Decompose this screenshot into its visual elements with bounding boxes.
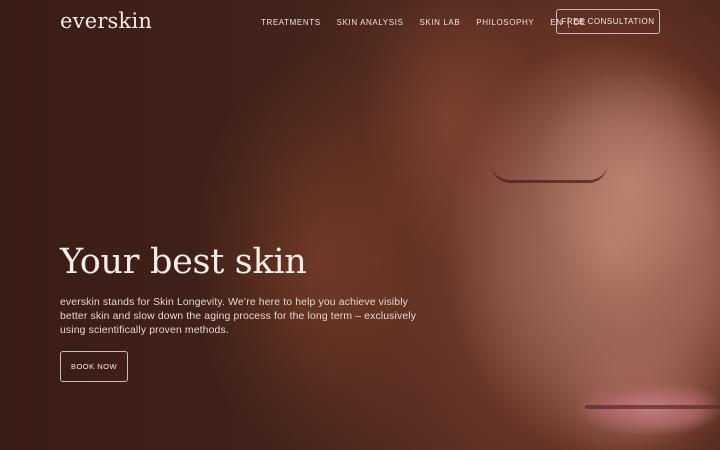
nav-item-skin-lab[interactable]: SKIN LAB	[419, 18, 460, 27]
hero-background-image	[0, 0, 720, 450]
book-now-button[interactable]: BOOK NOW	[60, 351, 128, 382]
hero-headline: Your best skin	[60, 242, 307, 282]
hero-lead-text: everskin stands for Skin Longevity. We’r…	[60, 297, 417, 336]
nav-item-philosophy[interactable]: PHILOSOPHY	[476, 18, 534, 27]
hero-lips-line	[585, 405, 720, 409]
main-nav: TREATMENTS SKIN ANALYSIS SKIN LAB PHILOS…	[261, 17, 586, 28]
site-header: everskin TREATMENTS SKIN ANALYSIS SKIN L…	[0, 0, 720, 44]
nav-item-treatments[interactable]: TREATMENTS	[261, 18, 321, 27]
brand-logo[interactable]: everskin	[60, 9, 152, 33]
free-consultation-button[interactable]: FREE CONSULTATION	[556, 9, 660, 34]
hero-closed-eye	[492, 165, 607, 183]
nav-item-skin-analysis[interactable]: SKIN ANALYSIS	[337, 18, 404, 27]
